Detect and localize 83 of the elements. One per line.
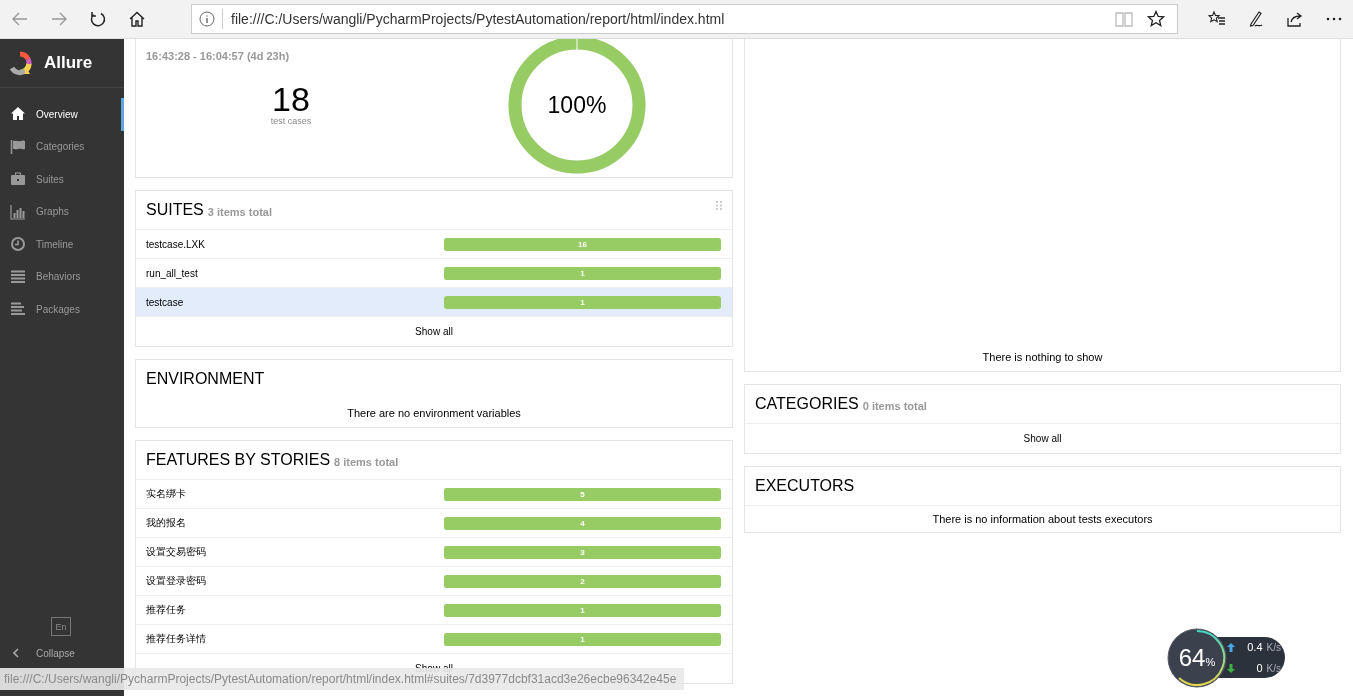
count-bar: 1 (444, 632, 721, 646)
list-icon (10, 268, 26, 285)
briefcase-icon (10, 171, 26, 188)
refresh-icon[interactable] (88, 10, 107, 28)
url-text: file:///C:/Users/wangli/PycharmProjects/PytestAutomation/report/html/index.html (222, 9, 1114, 29)
brand-name: Allure (44, 53, 93, 73)
flag-icon (10, 138, 26, 155)
count-bar: 1 (444, 603, 721, 617)
count-bar: 16 (444, 237, 721, 251)
empty-message: There is no information about tests executors (932, 513, 1153, 525)
show-all-link[interactable]: Show all (415, 326, 453, 337)
row-name: testcase (146, 296, 185, 308)
card-title: FEATURES BY STORIES (146, 451, 331, 469)
card-title: ENVIRONMENT (146, 370, 265, 388)
back-icon[interactable] (10, 10, 29, 28)
row-name: testcase.LXK (146, 238, 206, 250)
table-row[interactable]: 设置登录密码 2 (136, 566, 732, 595)
item-count: 0 items total (862, 399, 927, 412)
star-icon[interactable] (1146, 10, 1165, 28)
count-bar: 3 (444, 545, 721, 559)
count-bar: 5 (444, 487, 721, 501)
allure-logo[interactable] (7, 50, 33, 76)
nav-item[interactable]: Graphs (0, 195, 124, 228)
table-row[interactable]: 推荐任务详情 1 (136, 624, 732, 653)
card-title: EXECUTORS (755, 477, 855, 495)
count-bar: 4 (444, 516, 721, 530)
home-icon[interactable] (127, 10, 146, 28)
card-title: SUITES (146, 201, 204, 219)
nav-item[interactable]: Categories (0, 130, 124, 163)
nav-item[interactable]: Packages (0, 293, 124, 326)
row-name: 推荐任务 (146, 603, 187, 617)
pass-percentage: 100% (547, 91, 607, 119)
empty-message: There is nothing to show (982, 351, 1103, 363)
nav-item[interactable]: Behaviors (0, 260, 124, 293)
item-count: 3 items total (207, 205, 272, 218)
share-icon[interactable] (1285, 10, 1304, 28)
speed-unit: K/s (1266, 662, 1281, 674)
favorites-icon[interactable] (1207, 10, 1226, 28)
table-row[interactable]: testcase 1 (136, 287, 732, 316)
chevron-left-icon (12, 648, 20, 658)
row-name: 我的报名 (146, 516, 187, 530)
test-count: 18 (272, 82, 310, 116)
upload-arrow-icon (1227, 642, 1235, 652)
show-all-link[interactable]: Show all (1023, 433, 1062, 444)
row-name: 实名绑卡 (146, 487, 187, 501)
card-title: CATEGORIES (755, 395, 859, 413)
row-name: run_all_test (146, 267, 199, 279)
drag-handle-icon[interactable] (716, 201, 722, 210)
count-bar: 2 (444, 574, 721, 588)
nav-item[interactable]: Overview (0, 98, 124, 131)
address-bar[interactable]: file:///C:/Users/wangli/PycharmProjects/PytestAutomation/report/html/index.html (191, 4, 1178, 34)
speed-value: 0.4 (1247, 641, 1263, 653)
percent-sign: % (1205, 656, 1216, 668)
bar-chart-icon (10, 203, 26, 220)
lines-icon (10, 301, 26, 318)
collapse-button[interactable]: Collapse (0, 644, 75, 662)
nav-item[interactable]: Suites (0, 163, 124, 196)
row-name: 设置交易密码 (146, 545, 207, 559)
time-range: 16:43:28 - 16:04:57 (4d 23h) (146, 50, 291, 62)
table-row[interactable]: 我的报名 4 (136, 508, 732, 537)
show-all-link[interactable]: Show all (415, 663, 453, 674)
download-arrow-icon (1227, 663, 1235, 673)
memory-percent: 64 (1178, 644, 1206, 672)
speed-unit: K/s (1266, 641, 1281, 653)
language-button[interactable]: En (51, 617, 71, 636)
count-bar: 1 (444, 295, 721, 309)
table-row[interactable]: 实名绑卡 5 (136, 479, 732, 508)
forward-icon[interactable] (49, 10, 68, 28)
table-row[interactable]: 推荐任务 1 (136, 595, 732, 624)
count-bar: 1 (444, 266, 721, 280)
home-icon (10, 106, 26, 123)
status-url: file:///C:/Users/wangli/PycharmProjects/PytestAutomation/report/html/index.html#suites/7d3977dcbf31acd3e26ecbe96342e45e (3, 672, 677, 686)
speed-value: 0 (1256, 662, 1263, 674)
row-name: 推荐任务详情 (146, 632, 207, 646)
memory-gauge (1167, 628, 1227, 688)
table-row[interactable]: testcase.LXK 16 (136, 229, 732, 258)
count-label: test cases (270, 116, 312, 126)
row-name: 设置登录密码 (146, 574, 207, 588)
table-row[interactable]: 设置交易密码 3 (136, 537, 732, 566)
item-count: 8 items total (334, 455, 399, 468)
nav-item[interactable]: Timeline (0, 228, 124, 261)
clock-icon (10, 236, 26, 253)
empty-message: There are no environment variables (347, 406, 521, 419)
